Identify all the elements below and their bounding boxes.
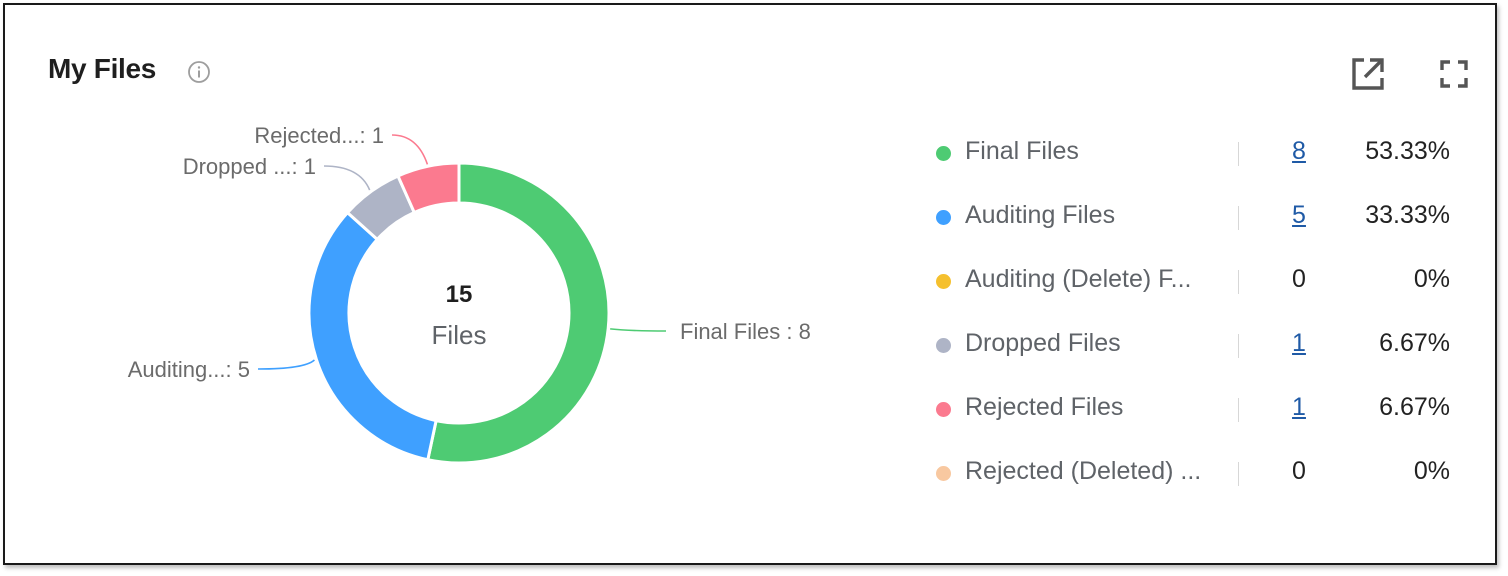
legend-color-dot: [936, 338, 951, 353]
leader-line-0: [610, 328, 667, 332]
legend-percent: 53.33%: [1365, 137, 1450, 165]
legend-row: Auditing (Delete) F... 0 0%: [930, 248, 1470, 312]
legend-table: Final Files 8 53.33% Auditing Files 5 33.33% A…: [930, 120, 1470, 504]
legend-divider: [1238, 462, 1239, 486]
legend-percent: 0%: [1413, 457, 1450, 485]
slice-label-1: Auditing...: 5: [128, 357, 250, 382]
legend-count: 0: [1292, 457, 1306, 485]
legend-color-dot: [936, 466, 951, 481]
legend-divider: [1238, 206, 1239, 230]
legend-count-link[interactable]: 5: [1270, 201, 1328, 230]
legend-color-dot: [936, 146, 951, 161]
leader-line-1: [257, 359, 315, 370]
leader-line-2: [323, 165, 371, 191]
legend-item-name: Auditing Files: [965, 201, 1116, 229]
slice-label-2: Dropped ...: 1: [183, 154, 316, 179]
center-total-label: Files: [432, 320, 487, 350]
legend-item-name: Final Files: [965, 137, 1079, 165]
legend-divider: [1238, 398, 1239, 422]
legend-percent: 6.67%: [1379, 329, 1450, 357]
legend-count-link[interactable]: 8: [1270, 137, 1328, 166]
legend-row: Rejected Files 1 6.67%: [930, 376, 1470, 440]
legend-color-dot: [936, 402, 951, 417]
legend-row: Final Files 8 53.33%: [930, 120, 1470, 184]
donut-slice-1[interactable]: [307, 210, 438, 462]
legend-divider: [1238, 270, 1239, 294]
legend-item-name: Dropped Files: [965, 329, 1121, 357]
legend-item-name: Rejected Files: [965, 393, 1124, 421]
legend-item-name: Auditing (Delete) F...: [965, 265, 1192, 293]
legend-item-name: Rejected (Deleted) ...: [965, 457, 1202, 485]
legend-row: Auditing Files 5 33.33%: [930, 184, 1470, 248]
legend-row: Rejected (Deleted) ... 0 0%: [930, 440, 1470, 504]
legend-count-link[interactable]: 1: [1270, 393, 1328, 422]
legend-count-link[interactable]: 1: [1270, 329, 1328, 358]
legend-percent: 33.33%: [1365, 201, 1450, 229]
legend-percent: 6.67%: [1379, 393, 1450, 421]
donut-chart: Final Files : 8 Auditing...: 5 Dropped ...…: [128, 123, 811, 465]
legend-color-dot: [936, 274, 951, 289]
legend-count: 0: [1292, 265, 1306, 293]
donut-slice-0[interactable]: [426, 161, 611, 465]
legend-divider: [1238, 334, 1239, 358]
fullscreen-icon[interactable]: [1434, 54, 1474, 94]
slice-label-3: Rejected...: 1: [254, 123, 384, 148]
legend-color-dot: [936, 210, 951, 225]
legend-row: Dropped Files 1 6.67%: [930, 312, 1470, 376]
leader-line-3: [391, 134, 429, 165]
legend-percent: 0%: [1413, 265, 1450, 293]
slice-label-0: Final Files : 8: [680, 319, 811, 344]
open-in-new-icon[interactable]: [1346, 52, 1390, 96]
center-total-value: 15: [446, 281, 473, 308]
legend-divider: [1238, 142, 1239, 166]
